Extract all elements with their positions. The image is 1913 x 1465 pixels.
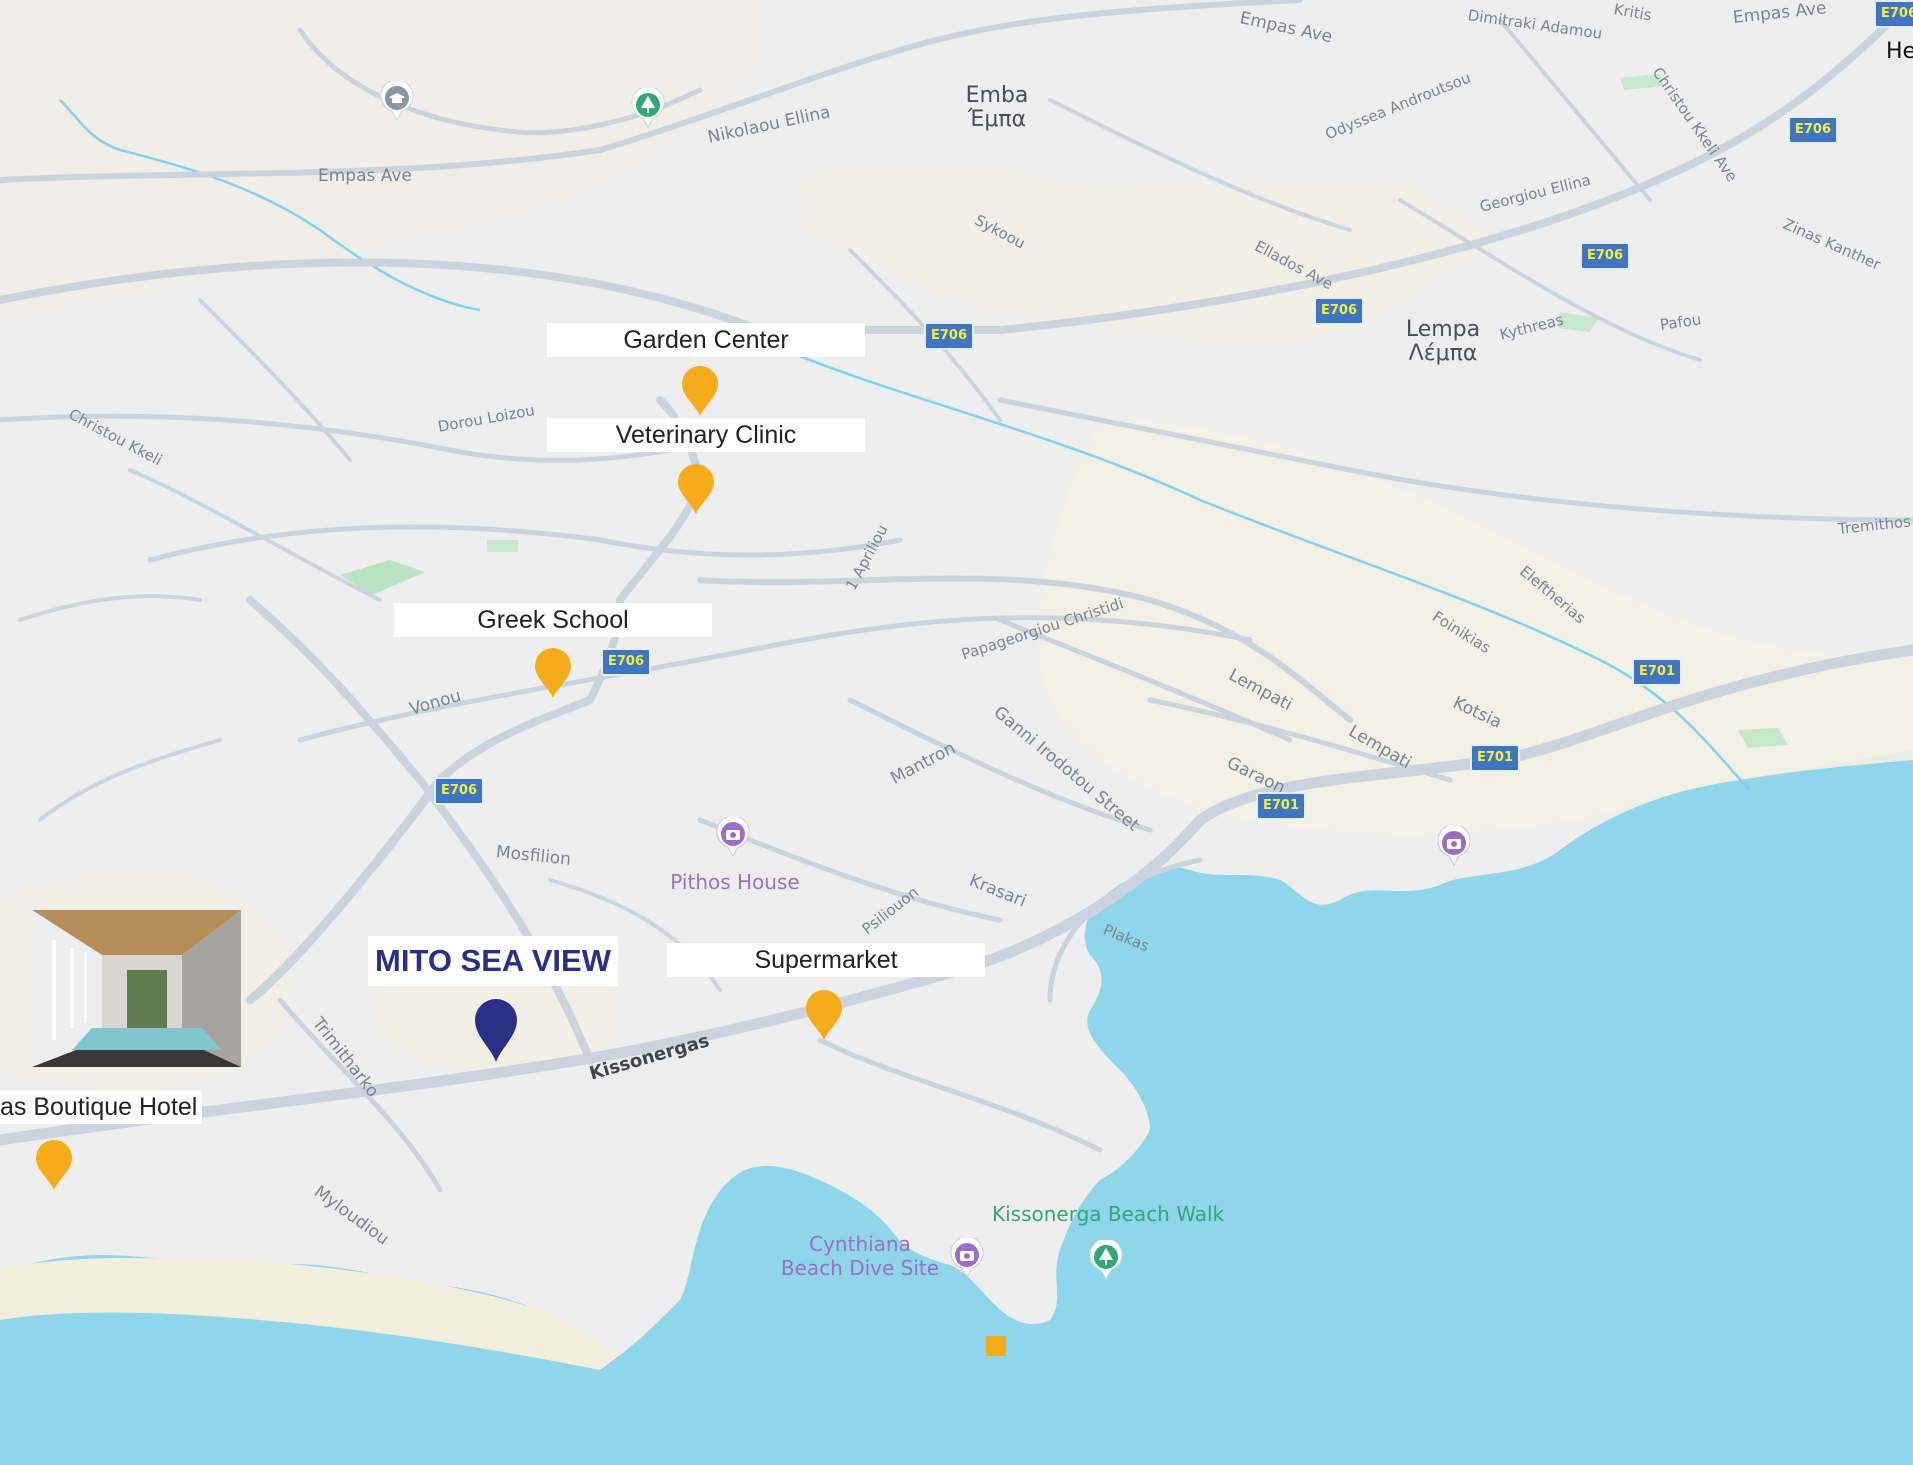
street-label: Empas Ave bbox=[318, 166, 412, 186]
road-shield: E706 bbox=[1580, 242, 1630, 270]
camera-icon[interactable] bbox=[716, 817, 750, 857]
sea-marker bbox=[986, 1336, 1006, 1356]
place-label-edge: He bbox=[1886, 39, 1913, 64]
location-pin-icon[interactable] bbox=[529, 644, 577, 700]
road-shield: E706 bbox=[924, 322, 974, 350]
location-pin-icon[interactable] bbox=[676, 362, 724, 418]
camera-icon[interactable] bbox=[950, 1238, 984, 1278]
road-shield: E706 bbox=[1314, 297, 1364, 325]
road-shield: E701 bbox=[1256, 792, 1306, 820]
amenity-label: Supermarket bbox=[667, 943, 985, 977]
school-icon[interactable] bbox=[380, 81, 414, 121]
amenity-label: Greek School bbox=[394, 603, 712, 637]
location-pin-icon[interactable] bbox=[672, 460, 720, 516]
camera-icon[interactable] bbox=[1437, 826, 1471, 866]
location-pin-icon[interactable] bbox=[30, 1136, 78, 1192]
amenity-label: as Boutique Hotel bbox=[0, 1090, 202, 1124]
tree-icon[interactable] bbox=[631, 88, 665, 128]
place-label-emba: Emba Έμπα bbox=[965, 83, 1029, 132]
pool-corridor-image bbox=[32, 910, 241, 1067]
road-shield: E706 bbox=[434, 777, 484, 805]
poi-label-cynthiana-dive-site: Cynthiana Beach Dive Site bbox=[780, 1232, 940, 1280]
place-label-lempa: Lempa Λέμπα bbox=[1405, 317, 1481, 366]
road-shield: E701 bbox=[1632, 658, 1682, 686]
road-shield: E706 bbox=[1874, 0, 1913, 28]
property-pin-icon[interactable] bbox=[471, 996, 521, 1064]
road-shield: E701 bbox=[1470, 744, 1520, 772]
poi-label-kissonerga-beach-walk: Kissonerga Beach Walk bbox=[992, 1202, 1225, 1226]
location-pin-icon[interactable] bbox=[800, 986, 848, 1042]
poi-label-pithos-house: Pithos House bbox=[670, 870, 800, 894]
road-shield: E706 bbox=[601, 648, 651, 676]
map-canvas[interactable]: Empas Ave Empas Ave Empas Ave Dimitraki … bbox=[0, 0, 1913, 1465]
road-shield: E706 bbox=[1788, 116, 1838, 144]
amenity-label: Garden Center bbox=[547, 323, 865, 357]
park-area bbox=[487, 540, 518, 552]
hotel-photo[interactable] bbox=[32, 910, 241, 1067]
tree-icon[interactable] bbox=[1089, 1240, 1123, 1280]
amenity-label: Veterinary Clinic bbox=[547, 418, 865, 452]
property-label: MITO SEA VIEW bbox=[368, 936, 618, 986]
